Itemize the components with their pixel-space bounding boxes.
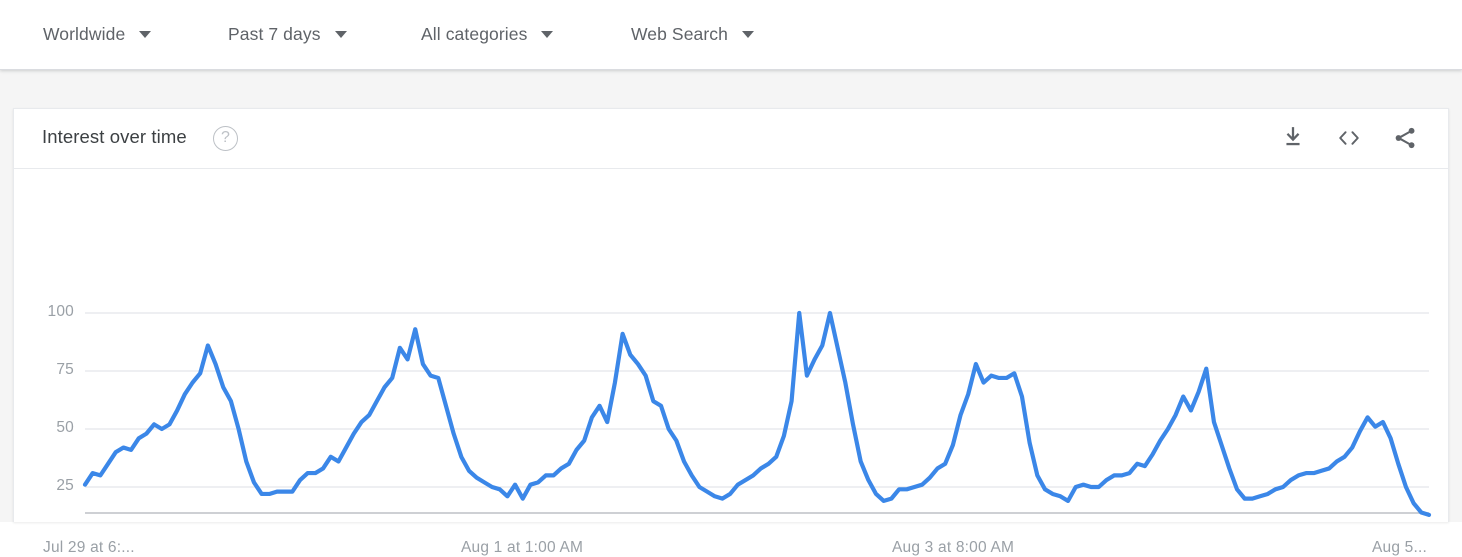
chevron-down-icon xyxy=(139,31,152,38)
filter-location[interactable]: Worldwide xyxy=(43,11,152,59)
interest-over-time-chart[interactable]: 25 50 75 100 Jul 29 at 6:... Aug 1 at 1:00 … xyxy=(14,169,1448,556)
card-header-actions xyxy=(1276,121,1422,155)
filter-category-label: All categories xyxy=(421,24,528,44)
card-header: Interest over time ? xyxy=(14,109,1448,169)
embed-icon xyxy=(1335,125,1363,151)
y-axis-label: 50 xyxy=(56,419,74,436)
x-axis-label-2: Aug 3 at 8:00 AM xyxy=(892,539,1015,556)
chevron-down-icon xyxy=(741,31,754,38)
share-icon xyxy=(1392,125,1419,151)
y-axis-label: 25 xyxy=(56,477,74,494)
x-axis-label-3: Aug 5... xyxy=(1372,539,1428,556)
chevron-down-icon xyxy=(334,31,347,38)
chevron-down-icon xyxy=(541,31,554,38)
help-icon[interactable]: ? xyxy=(213,126,238,151)
trend-line xyxy=(82,310,1432,517)
y-axis-label: 75 xyxy=(56,361,74,378)
filter-time-range[interactable]: Past 7 days xyxy=(228,11,347,59)
filter-bar: Worldwide Past 7 days All categories Web… xyxy=(0,0,1462,70)
embed-button[interactable] xyxy=(1332,121,1366,155)
interest-over-time-card: Interest over time ? 25 50 75 100 Jul 29… xyxy=(13,108,1449,556)
page-title: Interest over time xyxy=(42,126,187,147)
chart-svg xyxy=(82,310,1432,517)
y-axis-label: 100 xyxy=(47,303,74,320)
download-icon xyxy=(1280,125,1306,151)
filter-search-type-label: Web Search xyxy=(631,24,728,44)
x-axis-label-0: Jul 29 at 6:... xyxy=(43,539,135,556)
filter-search-type[interactable]: Web Search xyxy=(631,11,754,59)
filter-time-range-label: Past 7 days xyxy=(228,24,321,44)
filter-location-label: Worldwide xyxy=(43,24,126,44)
x-axis-label-1: Aug 1 at 1:00 AM xyxy=(461,539,584,556)
share-button[interactable] xyxy=(1388,121,1422,155)
download-button[interactable] xyxy=(1276,121,1310,155)
filter-category[interactable]: All categories xyxy=(421,11,554,59)
